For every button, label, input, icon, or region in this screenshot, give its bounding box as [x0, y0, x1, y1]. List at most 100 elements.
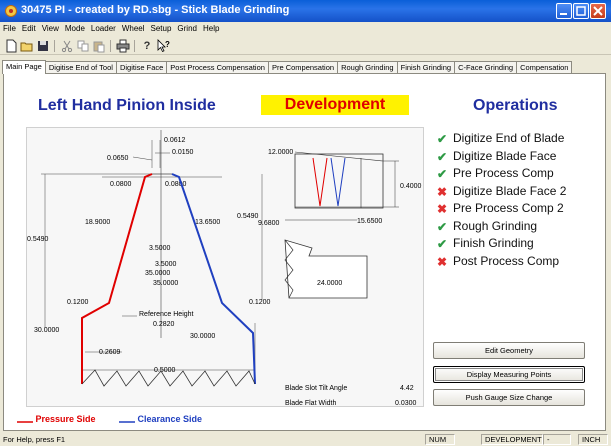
close-button[interactable]: [590, 3, 606, 19]
application-window: 30475 PI - created by RD.sbg - Stick Bla…: [0, 0, 611, 446]
dim-label: 24.0000: [317, 280, 342, 287]
context-help-icon[interactable]: ?: [156, 39, 170, 53]
dim-label: 18.9000: [85, 219, 110, 226]
minimize-button[interactable]: [556, 3, 572, 19]
dim-label: 0.0800: [110, 181, 132, 188]
toolbar-separator: [110, 40, 111, 52]
legend-pressure-side: Pressure Side: [17, 414, 96, 424]
operations-list: ✔ Digitize End of Blade ✔ Digitize Blade F…: [437, 131, 607, 271]
dim-label: 3.5000: [155, 261, 177, 268]
ref-height-value: 0.2820: [153, 321, 175, 328]
menu-view[interactable]: View: [39, 22, 62, 33]
dim-label: 0.5490: [27, 236, 49, 243]
dim-line: [294, 151, 384, 162]
operation-item: ✔ Digitize End of Blade: [437, 131, 565, 146]
open-icon[interactable]: [20, 39, 34, 53]
operation-item: ✖ Digitize Blade Face 2: [437, 183, 567, 199]
menu-mode[interactable]: Mode: [62, 22, 88, 33]
operation-item: ✖ Post Process Comp: [437, 253, 560, 269]
inset-clearance-line: [330, 157, 346, 207]
print-icon[interactable]: [116, 39, 130, 53]
paste-icon[interactable]: [92, 39, 106, 53]
check-icon: ✔: [437, 149, 448, 164]
legend-swatch: [17, 420, 33, 423]
minimize-icon: [560, 13, 567, 15]
dim-label: 0.4000: [400, 183, 422, 190]
status-num: NUM: [425, 434, 455, 445]
blade-geometry-drawing: 0.0612 0.0150 0.0650 0.0800 0.0800 0.549…: [26, 127, 424, 407]
dim-label: 0.5000: [154, 367, 176, 374]
check-icon: ✔: [437, 219, 448, 234]
blade-profile-svg: 0.0612 0.0150 0.0650 0.0800 0.0800 0.549…: [27, 130, 422, 407]
legend-clearance-side: Clearance Side: [119, 414, 202, 424]
cut-icon[interactable]: [60, 39, 74, 53]
status-units: INCH: [578, 434, 608, 445]
menu-grind[interactable]: Grind: [174, 22, 200, 33]
operation-item: ✔ Digitize Blade Face: [437, 148, 557, 164]
dim-label: 0.2609: [99, 349, 121, 356]
dim-label: 12.0000: [268, 149, 293, 156]
close-icon: [593, 6, 603, 16]
status-mode: DEVELOPMENT: [481, 434, 543, 445]
param-label: Blade Flat Width: [285, 400, 336, 407]
svg-text:?: ?: [165, 40, 170, 49]
dim-label: 13.6500: [195, 219, 220, 226]
inset-pressure-line: [312, 157, 328, 207]
menu-loader[interactable]: Loader: [88, 22, 119, 33]
dim-label: 30.0000: [190, 333, 215, 340]
dim-label: 0.0612: [164, 137, 186, 144]
dim-label: 15.6500: [357, 218, 382, 225]
display-measuring-points-button[interactable]: Display Measuring Points: [433, 366, 585, 383]
ref-height-label: Reference Height: [139, 311, 194, 318]
dim-line: [132, 156, 153, 161]
cross-icon: ✖: [437, 184, 448, 199]
toolbar-separator: [54, 40, 55, 52]
menu-file[interactable]: File: [0, 22, 19, 33]
dim-label: 0.0150: [172, 149, 194, 156]
param-value: 4.42: [400, 385, 414, 392]
operations-heading: Operations: [473, 97, 558, 114]
param-label: Blade Slot Tilt Angle: [285, 385, 347, 392]
save-icon[interactable]: [36, 39, 50, 53]
toolbar: ? ?: [0, 38, 611, 55]
new-icon[interactable]: [4, 39, 18, 53]
tilt-inset-shape: [284, 239, 368, 299]
part-name-heading: Left Hand Pinion Inside: [38, 97, 216, 114]
tab-strip: Main Page Digitise End of Tool Digitise Fa…: [2, 60, 608, 74]
window-title: 30475 PI - created by RD.sbg - Stick Bla…: [21, 4, 290, 16]
menu-wheel[interactable]: Wheel: [119, 22, 148, 33]
edit-geometry-button[interactable]: Edit Geometry: [433, 342, 585, 359]
menu-edit[interactable]: Edit: [19, 22, 39, 33]
cross-icon: ✖: [437, 202, 448, 216]
copy-icon[interactable]: [76, 39, 90, 53]
maximize-icon: [576, 6, 586, 16]
dim-label: 0.1200: [249, 299, 271, 306]
check-icon: ✔: [437, 237, 448, 251]
clearance-side-profile: [171, 173, 256, 385]
menu-bar: File Edit View Mode Loader Wheel Setup Grind Hel…: [0, 22, 611, 37]
status-message: For Help, press F1: [3, 435, 66, 444]
check-icon: ✔: [437, 167, 448, 181]
menu-setup[interactable]: Setup: [148, 22, 175, 33]
main-page-panel: Left Hand Pinion Inside Development Oper…: [3, 73, 606, 431]
toolbar-separator: [134, 40, 135, 52]
app-icon: [5, 5, 17, 17]
status-separator: -: [543, 434, 571, 445]
mode-banner: Development: [261, 95, 409, 115]
maximize-button[interactable]: [573, 3, 589, 19]
dim-label: 0.1200: [67, 299, 89, 306]
push-gauge-size-change-button[interactable]: Push Gauge Size Change: [433, 389, 585, 406]
operation-item: ✔ Finish Grinding: [437, 236, 534, 251]
help-icon[interactable]: ?: [140, 39, 154, 53]
dim-label: 35.0000: [153, 280, 178, 287]
param-value: 0.0300: [395, 400, 417, 407]
dim-label: 3.5000: [149, 245, 171, 252]
title-bar[interactable]: 30475 PI - created by RD.sbg - Stick Bla…: [0, 0, 611, 22]
operation-item: ✖ Pre Process Comp 2: [437, 201, 564, 216]
menu-help[interactable]: Help: [200, 22, 222, 33]
operation-item: ✔ Pre Process Comp: [437, 166, 554, 181]
check-icon: ✔: [437, 132, 448, 146]
status-bar: For Help, press F1 NUM DEVELOPMENT - INC…: [0, 433, 611, 446]
dim-label: 0.0650: [107, 155, 129, 162]
tab-main-page[interactable]: Main Page: [2, 60, 46, 74]
